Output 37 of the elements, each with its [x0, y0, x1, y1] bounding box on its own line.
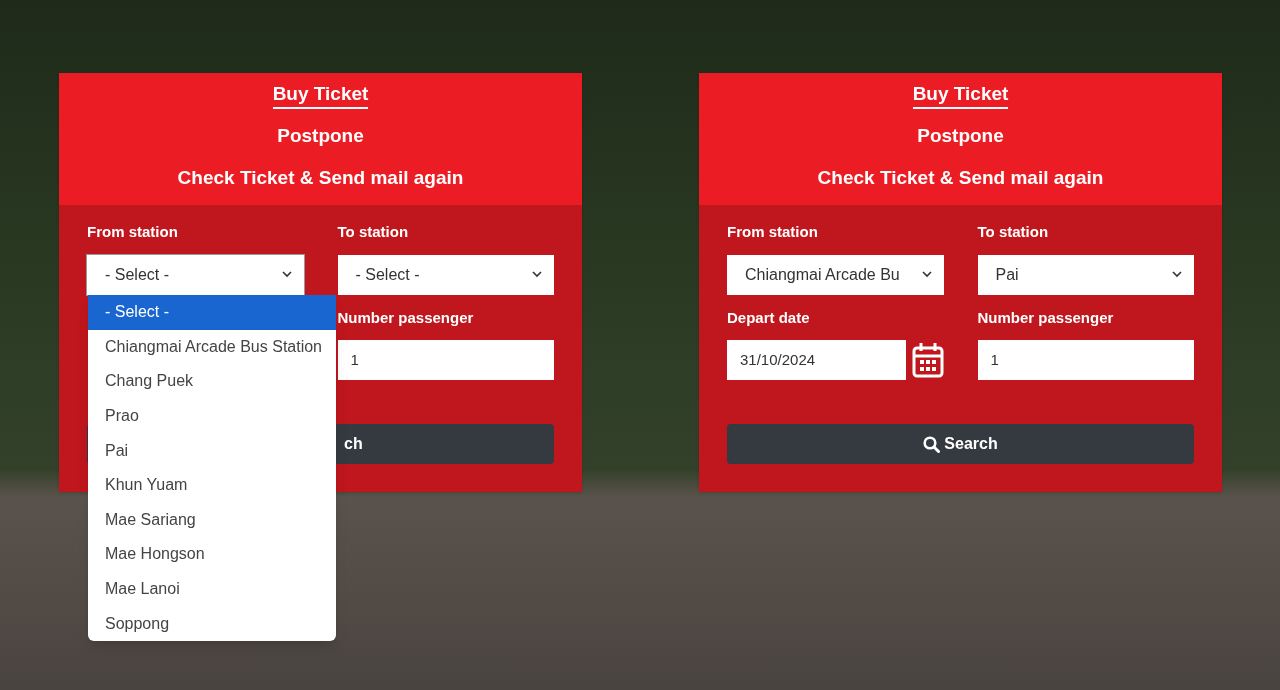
field-label: To station: [977, 222, 1050, 242]
calendar-icon[interactable]: [911, 342, 944, 378]
passenger-field[interactable]: 1: [977, 340, 1194, 380]
field-label: To station: [337, 222, 410, 242]
tab[interactable]: Postpone: [917, 123, 1004, 151]
date-field[interactable]: 31/10/2024: [727, 340, 906, 380]
field-label: From station: [87, 222, 179, 242]
dropdown-option[interactable]: Mae Lanoi: [88, 571, 336, 607]
station-select[interactable]: - Select -: [87, 254, 304, 295]
dropdown-option[interactable]: Pai: [88, 433, 336, 468]
dropdown-option[interactable]: Prao: [88, 398, 336, 434]
station-select[interactable]: Chiangmai Arcade Bu: [727, 254, 944, 295]
dropdown-option[interactable]: Mae Sariang: [88, 502, 336, 538]
field-label: From station: [727, 222, 819, 242]
station-select[interactable]: Pai: [977, 254, 1194, 295]
field-label: Depart date: [727, 307, 811, 328]
dropdown-option[interactable]: Soppong: [88, 606, 336, 641]
field-label: Number passenger: [337, 307, 475, 328]
station-select[interactable]: - Select -: [337, 254, 554, 295]
tab[interactable]: Check Ticket & Send mail again: [177, 165, 464, 193]
dropdown-option[interactable]: Chang Puek: [88, 364, 336, 399]
chevron-icon: [532, 271, 542, 278]
tab[interactable]: Buy Ticket: [912, 81, 1009, 109]
passenger-field[interactable]: 1: [337, 340, 554, 380]
dropdown-option[interactable]: Khun Yuam: [88, 467, 336, 503]
chevron-icon: [1172, 271, 1182, 278]
dropdown-option[interactable]: Chiangmai Arcade Bus Station: [88, 329, 336, 365]
tab[interactable]: Check Ticket & Send mail again: [817, 165, 1104, 193]
search-icon: [923, 435, 941, 453]
dropdown-option[interactable]: - Select -: [88, 295, 336, 330]
dropdown-option[interactable]: Mae Hongson: [88, 537, 336, 572]
field-label: Number passenger: [977, 307, 1115, 328]
chevron-icon: [921, 271, 932, 278]
tab[interactable]: Buy Ticket: [272, 81, 369, 109]
search-button[interactable]: Search: [727, 424, 1194, 464]
chevron-icon: [281, 271, 292, 278]
tab[interactable]: Postpone: [277, 123, 364, 151]
